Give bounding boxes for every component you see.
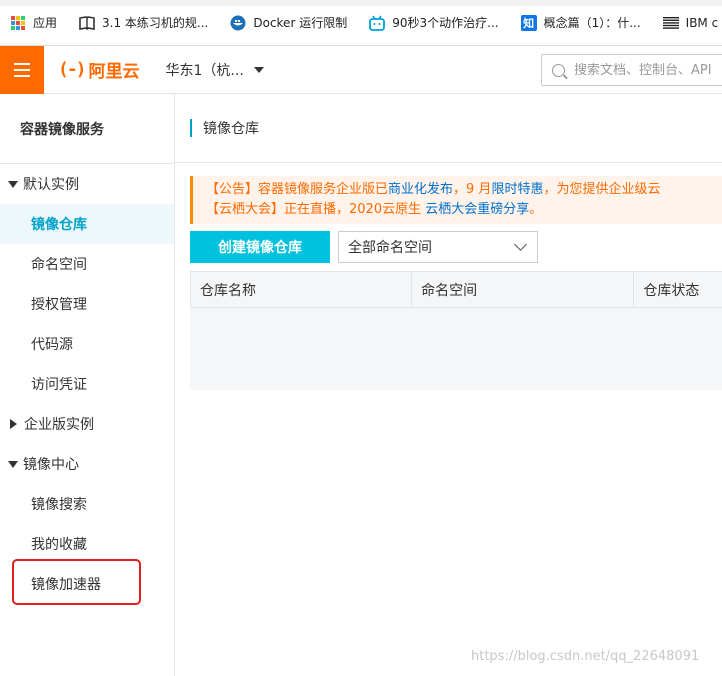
- bilibili-icon: [369, 15, 386, 31]
- browser-top-strip: [0, 0, 722, 6]
- nav-group-image-center[interactable]: 镜像中心: [0, 444, 174, 484]
- column-header-namespace[interactable]: 命名空间: [412, 272, 635, 308]
- nav-group-default-instance[interactable]: 默认实例: [0, 164, 174, 204]
- notice-text: ，9 月: [453, 182, 492, 197]
- sidebar-item-label: 镜像加速器: [31, 577, 101, 593]
- zhihu-icon: 知: [520, 14, 537, 31]
- sidebar: 容器镜像服务 默认实例 镜像仓库 命名空间 授权管理 代码源 访问凭证 企业版实…: [0, 94, 175, 676]
- aliyun-logo[interactable]: (-) 阿里云: [58, 57, 140, 82]
- notice-link-limited-offer[interactable]: 限时特惠: [491, 182, 543, 197]
- search-input[interactable]: [574, 62, 722, 78]
- region-label: 华东1（杭...: [165, 62, 244, 79]
- hamburger-line: [14, 62, 30, 65]
- watermark-text: https://blog.csdn.net/qq_22648091: [471, 649, 700, 664]
- namespace-select[interactable]: 全部命名空间: [338, 231, 538, 263]
- bookmark-label: Docker 运行限制: [253, 16, 348, 30]
- sidebar-item-label: 访问凭证: [31, 377, 87, 393]
- docker-icon: [230, 15, 246, 31]
- notice-text: 【云栖大会】正在直播，2020云原生: [206, 202, 426, 217]
- notice-text: 【公告】容器镜像服务企业版已: [206, 182, 389, 197]
- bookmark-label: 90秒3个动作治疗...: [392, 16, 499, 30]
- hamburger-line: [14, 68, 30, 71]
- ibm-icon: [662, 15, 679, 31]
- sidebar-item-authorization[interactable]: 授权管理: [0, 284, 174, 324]
- bookmark-item[interactable]: 3.1 本练习机的规...: [79, 14, 208, 31]
- sidebar-item-access-credentials[interactable]: 访问凭证: [0, 364, 174, 404]
- triangle-right-icon: [10, 419, 17, 429]
- bookmark-item[interactable]: Docker 运行限制: [230, 14, 347, 31]
- notice-line-2: 【云栖大会】正在直播，2020云原生 云栖大会重磅分享。: [206, 200, 722, 220]
- create-repository-button[interactable]: 创建镜像仓库: [190, 231, 330, 263]
- notice-text: ，为您提供企业级云: [543, 182, 661, 197]
- hamburger-line: [14, 74, 30, 77]
- nav-group-label: 默认实例: [23, 177, 79, 193]
- chevron-down-icon: [514, 238, 527, 251]
- sidebar-item-label: 命名空间: [31, 257, 87, 273]
- sidebar-item-namespaces[interactable]: 命名空间: [0, 244, 174, 284]
- sidebar-item-label: 代码源: [31, 337, 73, 353]
- sidebar-item-label: 我的收藏: [31, 537, 87, 553]
- nav-group-enterprise-instance[interactable]: 企业版实例: [0, 404, 174, 444]
- sidebar-item-image-search[interactable]: 镜像搜索: [0, 484, 174, 524]
- bookmark-item[interactable]: 知 概念篇（1）：什...: [520, 14, 641, 31]
- region-selector[interactable]: 华东1（杭...: [166, 60, 264, 80]
- caret-down-icon: [253, 66, 264, 73]
- console-header: (-) 阿里云 华东1（杭...: [0, 45, 722, 94]
- search-icon: [552, 63, 565, 77]
- notice-text: 。: [529, 202, 543, 217]
- bookmark-label: IBM c: [685, 15, 719, 30]
- notice-link-yunqi-conference[interactable]: 云栖大会重磅分享: [425, 202, 529, 217]
- namespace-select-value: 全部命名空间: [348, 240, 432, 256]
- sidebar-item-label: 镜像仓库: [31, 217, 87, 233]
- bookmark-label: 应用: [33, 16, 58, 30]
- column-header-repo-status[interactable]: 仓库状态: [634, 272, 722, 308]
- column-header-repo-name[interactable]: 仓库名称: [191, 272, 413, 308]
- notice-link-commercial-release[interactable]: 商业化发布: [388, 182, 453, 197]
- sidebar-item-label: 授权管理: [31, 297, 87, 313]
- bookmark-apps[interactable]: 应用: [10, 14, 57, 31]
- sidebar-item-image-accelerator[interactable]: 镜像加速器: [0, 564, 174, 604]
- logo-text: 阿里云: [88, 62, 140, 82]
- bookmark-label: 概念篇（1）：什...: [543, 16, 641, 30]
- repository-table: 仓库名称 命名空间 仓库状态: [190, 271, 722, 390]
- bookmark-label: 3.1 本练习机的规...: [102, 16, 209, 30]
- announcement-banner: 【公告】容器镜像服务企业版已商业化发布，9 月限时特惠，为您提供企业级云 【云栖…: [190, 176, 722, 224]
- bookmark-item[interactable]: 90秒3个动作治疗...: [369, 14, 499, 31]
- nav-group-label: 镜像中心: [23, 457, 79, 473]
- book-icon: [79, 15, 95, 31]
- page-header: 镜像仓库: [175, 94, 722, 163]
- nav-group-label: 企业版实例: [24, 417, 94, 433]
- sidebar-item-code-source[interactable]: 代码源: [0, 324, 174, 364]
- sidebar-item-favorites[interactable]: 我的收藏: [0, 524, 174, 564]
- sidebar-title: 容器镜像服务: [0, 94, 174, 164]
- sidebar-item-repositories[interactable]: 镜像仓库: [0, 204, 174, 244]
- bookmarks-bar: 应用 3.1 本练习机的规... Docker 运行限制 90秒3个动作治疗..…: [0, 0, 722, 46]
- menu-button[interactable]: [0, 45, 44, 94]
- aliyun-logo-icon: (-): [58, 59, 86, 80]
- table-header: 仓库名称 命名空间 仓库状态: [190, 271, 722, 308]
- bookmark-item[interactable]: IBM c: [662, 15, 719, 31]
- triangle-down-icon: [8, 460, 18, 468]
- search-box[interactable]: [541, 54, 722, 86]
- title-accent-bar: [190, 119, 192, 137]
- page-title: 镜像仓库: [203, 121, 259, 137]
- triangle-down-icon: [8, 180, 18, 188]
- apps-grid-icon: [10, 15, 26, 31]
- notice-line-1: 【公告】容器镜像服务企业版已商业化发布，9 月限时特惠，为您提供企业级云: [206, 180, 722, 200]
- main-content: 镜像仓库 【公告】容器镜像服务企业版已商业化发布，9 月限时特惠，为您提供企业级…: [175, 94, 722, 676]
- sidebar-item-label: 镜像搜索: [31, 497, 87, 513]
